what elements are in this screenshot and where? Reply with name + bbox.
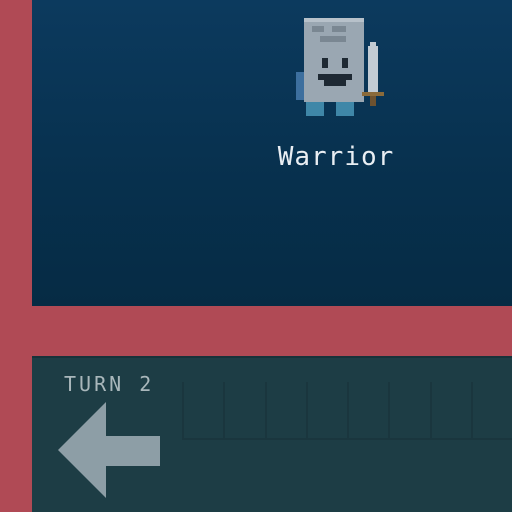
turn-slot [182,382,224,440]
turn-slot [264,382,306,440]
left-arrow-icon[interactable] [56,400,164,500]
game-frame: Warrior TURN 2 [0,0,512,512]
turn-slot [223,382,265,440]
turn-slot [388,382,430,440]
warrior-sprite-icon[interactable] [292,16,388,120]
hero-name-label: Warrior [277,142,395,172]
turn-slot [347,382,389,440]
turn-order-track [182,382,512,440]
turn-slot [305,382,347,440]
turn-slot [470,382,512,440]
turn-counter-label: TURN 2 [64,372,155,396]
turn-slot [429,382,471,440]
